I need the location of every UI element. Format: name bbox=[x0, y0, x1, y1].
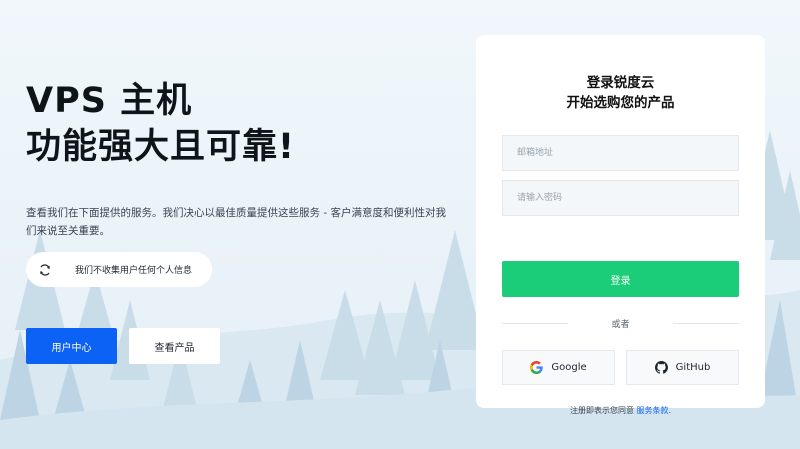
password-field[interactable] bbox=[502, 180, 739, 216]
privacy-badge: 我们不收集用户任何个人信息 bbox=[26, 252, 212, 287]
github-icon bbox=[654, 361, 668, 374]
login-button[interactable]: 登录 bbox=[502, 261, 739, 297]
divider-right bbox=[673, 323, 739, 324]
terms-link[interactable]: 服务条款 bbox=[637, 406, 669, 415]
privacy-note: 我们不收集用户任何个人信息 bbox=[75, 266, 193, 276]
google-login-button[interactable]: Google bbox=[502, 350, 615, 385]
login-title-line1: 登录锐度云 bbox=[586, 75, 655, 91]
terms-note: 注册即表示您同意 服务条款. bbox=[476, 405, 765, 416]
headline-line1: VPS 主机 bbox=[26, 81, 193, 121]
view-products-button[interactable]: 查看产品 bbox=[129, 328, 220, 364]
terms-suffix: . bbox=[668, 406, 672, 415]
github-login-button[interactable]: GitHub bbox=[626, 350, 739, 385]
google-icon bbox=[530, 361, 544, 374]
hero-description: 查看我们在下面提供的服务。我们决心以最佳质量提供这些服务 - 客户满意度和便利性… bbox=[26, 207, 446, 237]
login-title: 登录锐度云 开始选购您的产品 bbox=[476, 73, 765, 113]
github-label: GitHub bbox=[675, 362, 711, 373]
login-card: 登录锐度云 开始选购您的产品 登录 或者 Google GitHub 注册即表示… bbox=[476, 35, 765, 415]
hero-section: VPS 主机 功能强大且可靠! 查看我们在下面提供的服务。我们决心以最佳质量提供… bbox=[26, 78, 456, 240]
refresh-shield-icon bbox=[38, 263, 52, 277]
headline-line2: 功能强大且可靠! bbox=[26, 127, 295, 167]
user-center-button[interactable]: 用户中心 bbox=[26, 328, 117, 364]
terms-prefix: 注册即表示您同意 bbox=[569, 406, 634, 415]
login-title-line2: 开始选购您的产品 bbox=[566, 95, 675, 111]
email-field[interactable] bbox=[502, 135, 739, 171]
headline: VPS 主机 功能强大且可靠! bbox=[26, 78, 456, 170]
google-label: Google bbox=[551, 362, 587, 373]
